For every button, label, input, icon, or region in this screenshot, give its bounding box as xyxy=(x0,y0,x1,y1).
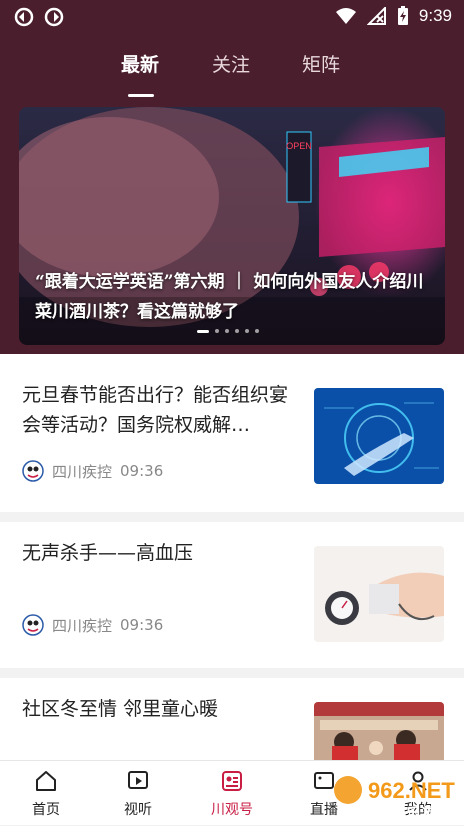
watermark-text: 962.NET xyxy=(368,778,455,803)
news-item[interactable]: 社区冬至情 邻里童心暖 xyxy=(0,678,464,760)
nav-label: 视听 xyxy=(124,802,152,818)
tech-hand-image xyxy=(314,388,444,484)
community-event-image xyxy=(314,702,444,760)
news-source[interactable]: 四川疾控 xyxy=(52,461,112,482)
carousel-dot xyxy=(225,329,229,333)
news-thumbnail[interactable] xyxy=(314,702,444,760)
carousel-dot xyxy=(235,329,239,333)
wifi-icon xyxy=(335,8,356,24)
watermark-logo: 962.NET 乐游网 xyxy=(334,776,455,822)
news-meta: 四川疾控 09:36 xyxy=(22,460,163,482)
nav-label: 川观号 xyxy=(211,802,253,818)
home-icon xyxy=(36,771,56,791)
nav-video[interactable]: 视听 xyxy=(98,761,178,825)
tab-latest[interactable]: 最新 xyxy=(121,50,159,77)
header: 最新 关注 矩阵 OPEN “跟着大运学英语”第六期 ｜ 如何向外国友人介绍川菜… xyxy=(0,34,464,354)
battery-charging-icon xyxy=(397,6,408,25)
news-thumbnail[interactable] xyxy=(314,388,444,484)
blood-pressure-image xyxy=(314,546,444,642)
carousel-dot xyxy=(215,329,219,333)
news-item[interactable]: 元旦春节能否出行？能否组织宴会等活动？国务院权威解… 四川疾控 09:36 xyxy=(0,354,464,512)
sync-icon xyxy=(44,7,64,27)
tab-bar: 最新 关注 矩阵 xyxy=(0,44,464,97)
carousel-dot xyxy=(255,329,259,333)
no-signal-icon xyxy=(366,7,386,25)
news-time: 09:36 xyxy=(120,462,164,480)
nav-chuanguanhao[interactable]: 川观号 xyxy=(192,761,272,825)
tab-indicator xyxy=(128,94,154,97)
carousel-dot xyxy=(245,329,249,333)
carousel-dot-active xyxy=(197,329,209,333)
source-logo-icon xyxy=(22,614,44,636)
status-time: 9:39 xyxy=(418,6,452,25)
source-logo-icon xyxy=(22,460,44,482)
news-title[interactable]: 无声杀手——高血压 xyxy=(22,538,302,568)
nav-home[interactable]: 首页 xyxy=(6,761,86,825)
banner-title[interactable]: “跟着大运学英语”第六期 ｜ 如何向外国友人介绍川菜川酒川茶？看这篇就够了 xyxy=(35,267,435,327)
tab-matrix[interactable]: 矩阵 xyxy=(302,50,340,77)
carousel-indicator xyxy=(197,329,259,333)
news-time: 09:36 xyxy=(120,616,164,634)
sync-icon xyxy=(14,7,34,27)
news-meta: 四川疾控 09:36 xyxy=(22,614,163,636)
tab-following[interactable]: 关注 xyxy=(212,50,250,77)
news-item[interactable]: 无声杀手——高血压 四川疾控 09:36 xyxy=(0,522,464,668)
news-thumbnail[interactable] xyxy=(314,546,444,642)
watermark: 962.NET 乐游网 xyxy=(330,770,460,822)
video-icon xyxy=(128,771,148,789)
news-source[interactable]: 四川疾控 xyxy=(52,615,112,636)
news-title[interactable]: 社区冬至情 邻里童心暖 xyxy=(22,694,302,724)
profile-card-icon xyxy=(222,771,242,791)
neon-sign-text: OPEN xyxy=(286,141,312,151)
nav-label: 首页 xyxy=(32,802,60,818)
status-bar: 9:39 xyxy=(0,0,464,34)
watermark-subtext: 乐游网 xyxy=(406,805,448,822)
news-title[interactable]: 元旦春节能否出行？能否组织宴会等活动？国务院权威解… xyxy=(22,380,302,440)
banner-carousel[interactable]: OPEN “跟着大运学英语”第六期 ｜ 如何向外国友人介绍川菜川酒川茶？看这篇就… xyxy=(19,107,445,345)
